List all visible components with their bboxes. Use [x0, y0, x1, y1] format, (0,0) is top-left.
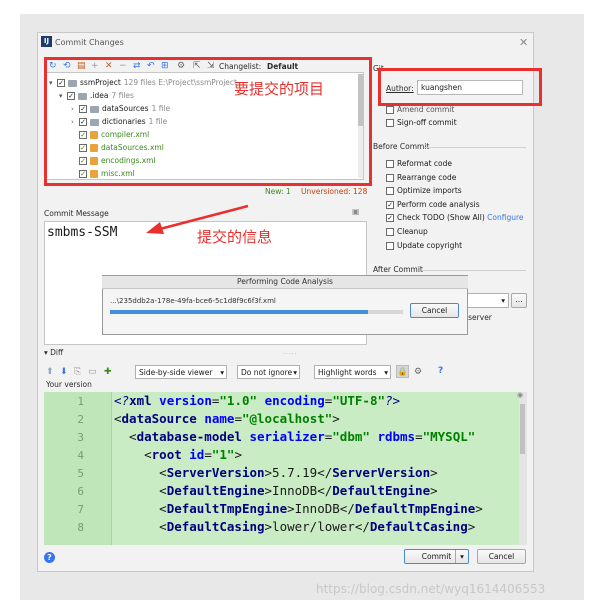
code-line-6: <DefaultEngine>InnoDB</DefaultEngine>: [114, 483, 438, 498]
commit-options-chevron-icon[interactable]: ▾: [455, 550, 468, 563]
code-line-8: <DefaultCasing>lower/lower</DefaultCasin…: [114, 519, 476, 534]
close-icon[interactable]: ✕: [519, 36, 528, 49]
code-line-4: <root id="1">: [114, 447, 242, 462]
code-line-2: <dataSource name="@localhost">: [114, 411, 340, 426]
code-line-7: <DefaultTmpEngine>InnoDB</DefaultTmpEngi…: [114, 501, 483, 516]
cancel-button[interactable]: Cancel: [477, 549, 526, 564]
help-icon[interactable]: ?: [44, 552, 55, 563]
code-viewport: <?xml version="1.0" encoding="UTF-8"?> <…: [0, 0, 519, 545]
code-line-5: <ServerVersion>5.7.19</ServerVersion>: [114, 465, 438, 480]
watermark-text: https://blog.csdn.net/wyq1614406553: [316, 582, 546, 596]
commit-button[interactable]: Commit ▾: [404, 549, 469, 564]
diff-scrollbar-thumb[interactable]: [520, 404, 525, 454]
code-line-1: <?xml version="1.0" encoding="UTF-8"?>: [114, 393, 401, 408]
code-line-3: <database-model serializer="dbm" rdbms="…: [114, 429, 476, 444]
commit-button-label: Commit: [421, 552, 452, 561]
